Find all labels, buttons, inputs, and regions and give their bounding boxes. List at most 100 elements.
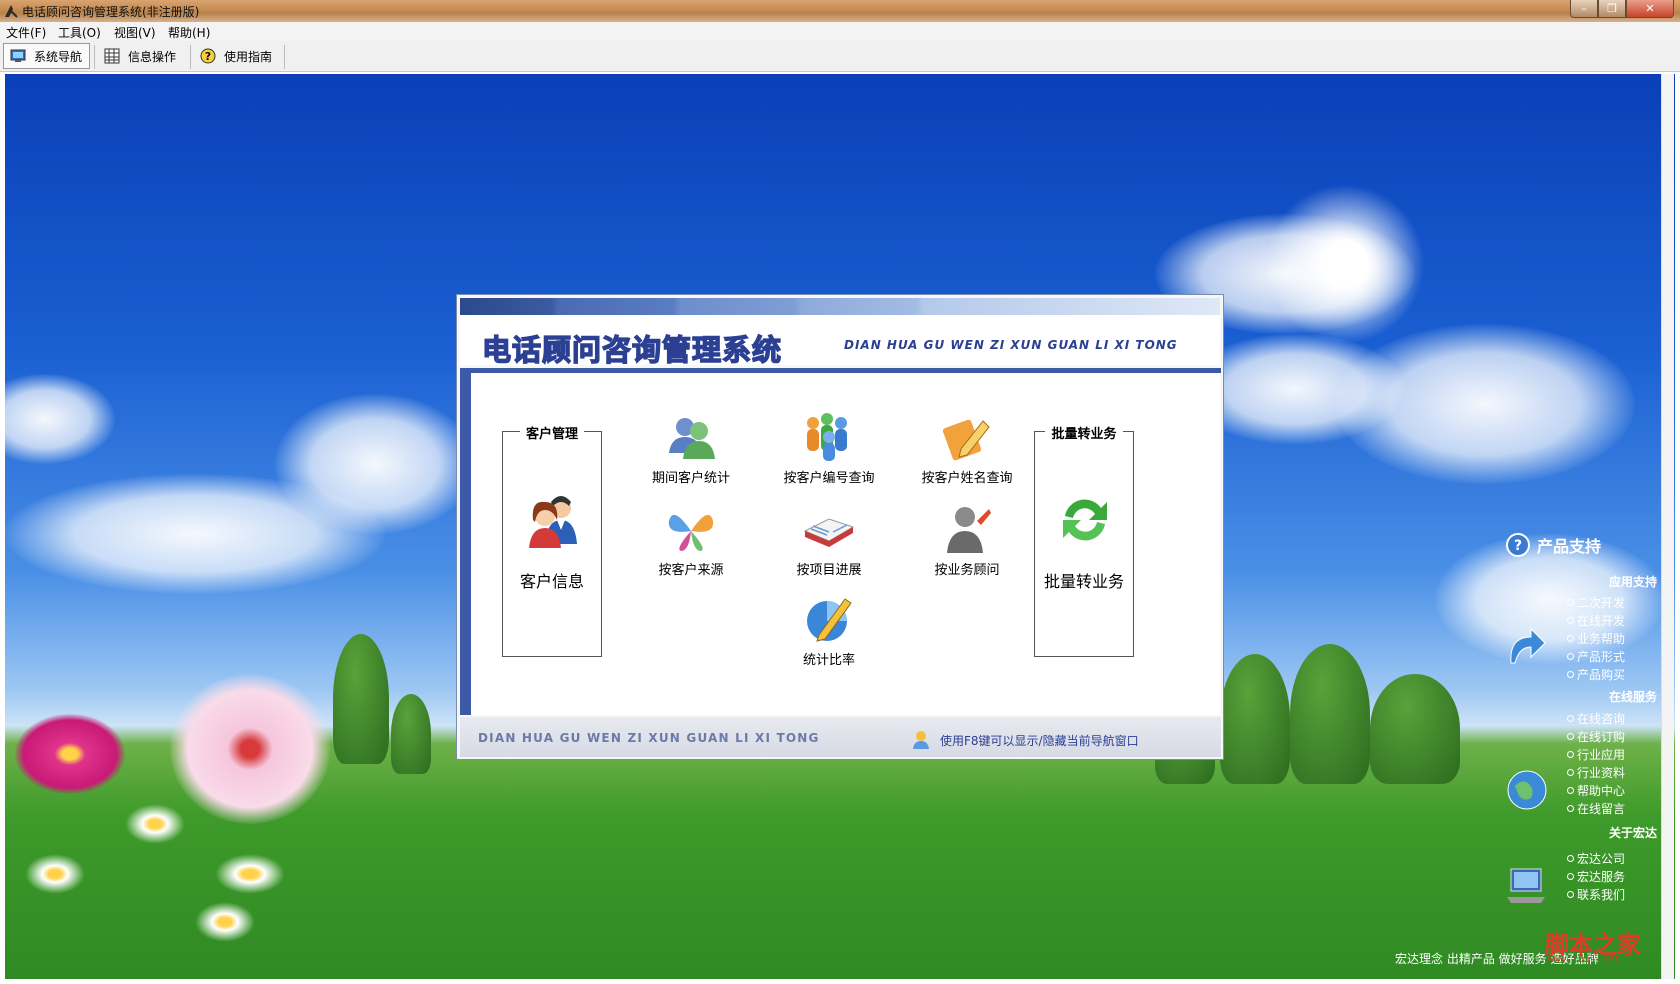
footer-hint-text: 使用F8键可以显示/隐藏当前导航窗口 <box>940 733 1139 748</box>
laptop-icon <box>1507 868 1545 903</box>
item-label: 按业务顾问 <box>934 563 1000 578</box>
item-label: 统计比率 <box>802 653 855 668</box>
toolbar-separator <box>284 45 285 69</box>
left-accent-bar <box>460 368 471 715</box>
footer-hint: 使用F8键可以显示/隐藏当前导航窗口 <box>910 729 1139 751</box>
item-label: 按客户来源 <box>658 563 724 578</box>
product-support-header: ? 产品支持 <box>1505 532 1601 558</box>
side-link[interactable]: 在线咨询 <box>1567 710 1625 727</box>
by-customer-source-item[interactable]: 按客户来源 <box>631 501 751 578</box>
dialog-stripe <box>460 298 1220 315</box>
side-link[interactable]: 宏达服务 <box>1567 868 1625 885</box>
side-link[interactable]: 宏达公司 <box>1567 850 1625 867</box>
toolbar: 系统导航 信息操作 ? 使用指南 <box>0 41 1680 72</box>
light-pink-flower <box>170 674 330 824</box>
side-link[interactable]: 行业应用 <box>1567 746 1625 763</box>
tree <box>1370 674 1460 784</box>
dialog-body: 客户管理 客户信息 批量转业务 批量转业务 期间客户统计 按客户编号查询 按客户… <box>471 373 1220 715</box>
people-group-icon <box>807 413 847 461</box>
item-label: 按客户姓名查询 <box>921 471 1013 486</box>
side-link[interactable]: 在线留言 <box>1567 800 1625 817</box>
side-link[interactable]: 行业资料 <box>1567 764 1625 781</box>
section-title-online-service: 在线服务 <box>1608 690 1657 704</box>
title-bar: 电话顾问咨询管理系统(非注册版) – ❐ ✕ <box>0 0 1680 22</box>
cloud <box>5 474 385 594</box>
product-support-panel: ? 产品支持 应用支持 二次开发 在线开发 业务帮助 产品形式 产品购买 在线服… <box>1493 528 1663 978</box>
dialog-header: 电话顾问咨询管理系统 DIAN HUA GU WEN ZI XUN GUAN L… <box>460 315 1220 368</box>
daisy <box>25 854 85 894</box>
edit-pencil-icon <box>942 419 990 461</box>
item-label: 按客户编号查询 <box>783 471 875 486</box>
tree <box>1290 644 1370 784</box>
daisy <box>125 804 185 844</box>
grid-icon <box>104 48 120 64</box>
toolbar-separator <box>94 45 95 69</box>
item-label: 期间客户统计 <box>651 471 730 486</box>
daisy <box>215 854 285 894</box>
side-link[interactable]: 帮助中心 <box>1567 782 1625 799</box>
question-circle-icon: ? <box>1506 533 1530 557</box>
menu-view[interactable]: 视图(V) <box>114 24 156 41</box>
customer-management-group: 客户管理 客户信息 <box>502 427 602 657</box>
pink-flower <box>15 714 125 794</box>
refresh-arrows-icon[interactable] <box>1055 490 1115 550</box>
maximize-button[interactable]: ❐ <box>1598 0 1626 18</box>
svg-text:?: ? <box>205 50 211 63</box>
by-consultant-item[interactable]: 按业务顾问 <box>907 501 1027 578</box>
side-link[interactable]: 在线开发 <box>1567 612 1625 629</box>
menu-file[interactable]: 文件(F) <box>6 24 46 41</box>
side-link[interactable]: 业务帮助 <box>1567 630 1625 647</box>
query-by-customer-name-item[interactable]: 按客户姓名查询 <box>907 409 1027 486</box>
users-icon <box>669 418 715 459</box>
batch-transfer-label[interactable]: 批量转业务 <box>1035 568 1133 592</box>
batch-transfer-group: 批量转业务 批量转业务 <box>1034 427 1134 657</box>
side-link[interactable]: 产品形式 <box>1567 648 1625 665</box>
customer-info-label[interactable]: 客户信息 <box>503 568 601 592</box>
app-icon <box>5 5 18 18</box>
cloud <box>5 374 115 464</box>
user-guide-button[interactable]: ? 使用指南 <box>194 43 282 69</box>
side-link[interactable]: 联系我们 <box>1567 886 1625 903</box>
info-ops-button[interactable]: 信息操作 <box>98 43 186 69</box>
section-title-about: 关于宏达 <box>1608 826 1657 840</box>
window-controls: – ❐ ✕ <box>1570 0 1674 20</box>
tree <box>1220 654 1290 784</box>
close-button[interactable]: ✕ <box>1626 0 1674 18</box>
butterfly-icon <box>668 514 714 551</box>
consultant-icon <box>947 507 991 553</box>
group-title: 客户管理 <box>519 427 584 442</box>
product-support-title: 产品支持 <box>1537 537 1602 556</box>
chart-pencil-icon <box>807 598 852 642</box>
group-title: 批量转业务 <box>1045 427 1123 442</box>
item-label: 按项目进展 <box>796 563 862 578</box>
info-ops-label: 信息操作 <box>128 49 177 64</box>
menu-bar: 文件(F) 工具(O) 视图(V) 帮助(H) <box>0 22 1680 41</box>
minimize-button[interactable]: – <box>1570 0 1598 18</box>
watermark-url: www.jb51.net <box>1548 954 1621 965</box>
toolbar-separator <box>190 45 191 69</box>
window-title: 电话顾问咨询管理系统(非注册版) <box>22 5 200 19</box>
system-nav-label: 系统导航 <box>34 49 83 64</box>
customers-icon[interactable] <box>523 490 583 550</box>
query-by-customer-id-item[interactable]: 按客户编号查询 <box>769 409 889 486</box>
side-link[interactable]: 二次开发 <box>1567 594 1625 611</box>
user-hint-icon <box>913 731 929 749</box>
tree <box>391 694 431 774</box>
menu-help[interactable]: 帮助(H) <box>168 24 210 41</box>
globe-icon <box>1507 770 1547 810</box>
user-guide-label: 使用指南 <box>224 49 273 64</box>
menu-tools[interactable]: 工具(O) <box>58 24 101 41</box>
dialog-footer: DIAN HUA GU WEN ZI XUN GUAN LI XI TONG 使… <box>460 717 1221 757</box>
statistics-ratio-item[interactable]: 统计比率 <box>769 591 889 668</box>
side-link[interactable]: 产品购买 <box>1567 666 1625 683</box>
arrow-icon <box>1510 627 1546 664</box>
monitor-icon <box>10 49 26 62</box>
tree <box>333 634 389 764</box>
by-project-progress-item[interactable]: 按项目进展 <box>769 501 889 578</box>
system-nav-button[interactable]: 系统导航 <box>3 43 90 69</box>
period-customer-stats-item[interactable]: 期间客户统计 <box>631 409 751 486</box>
svg-text:?: ? <box>1514 538 1522 554</box>
side-link[interactable]: 在线订购 <box>1567 728 1625 745</box>
dialog-title: 电话顾问咨询管理系统 <box>481 332 783 367</box>
book-icon <box>803 518 855 547</box>
